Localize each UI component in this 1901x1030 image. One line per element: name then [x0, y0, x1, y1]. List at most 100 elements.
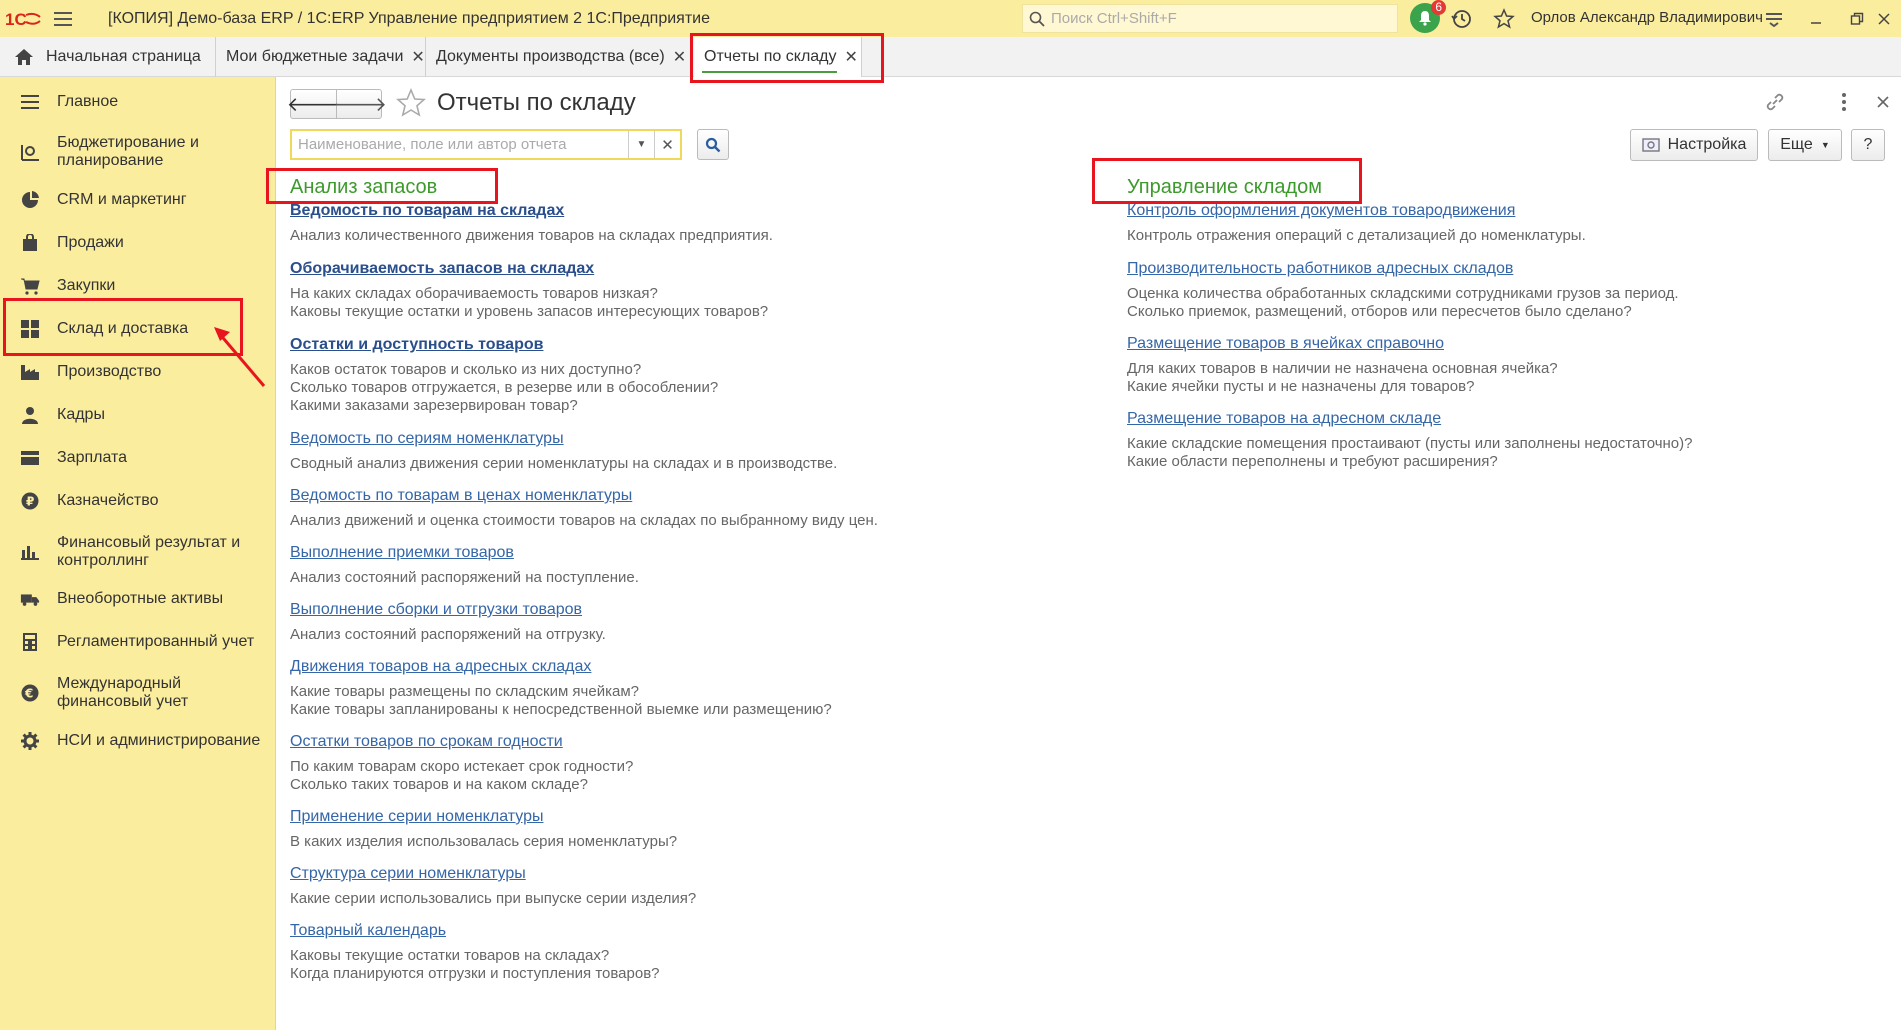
- tab-warehouse-reports[interactable]: Отчеты по складу ✕: [694, 37, 862, 77]
- tab-close-icon[interactable]: ✕: [673, 47, 686, 67]
- sidebar-item-hr[interactable]: Кадры: [0, 403, 276, 427]
- settings-button[interactable]: Настройка: [1630, 129, 1758, 161]
- sidebar-item-production[interactable]: Производство: [0, 360, 276, 384]
- menu-lines-icon: [1766, 13, 1782, 27]
- sidebar-item-label: Внеоборотные активы: [57, 590, 224, 607]
- person-icon: [20, 405, 40, 425]
- bar-chart-icon: [20, 542, 40, 562]
- sidebar-item-regulated[interactable]: Регламентированный учет: [0, 630, 276, 654]
- warehouse-grid-icon: [20, 319, 40, 339]
- sidebar-item-label: Кадры: [57, 406, 105, 423]
- user-name[interactable]: Орлов Александр Владимирович: [1531, 9, 1763, 26]
- history-button[interactable]: [1448, 5, 1476, 33]
- back-button[interactable]: 🡐: [287, 90, 340, 118]
- close-window-button[interactable]: [1870, 5, 1898, 33]
- global-search-input[interactable]: Поиск Ctrl+Shift+F: [1022, 4, 1398, 33]
- history-icon: [1451, 10, 1471, 28]
- report-description: Каковы текущие остатки товаров на склада…: [290, 947, 660, 982]
- report-item: Применение серии номенклатуры В каких из…: [290, 807, 677, 851]
- settings-menu-button[interactable]: [1760, 5, 1788, 33]
- tab-label: Мои бюджетные задачи: [226, 48, 404, 65]
- more-button[interactable]: Еще ▼: [1768, 129, 1842, 161]
- tab-production-docs[interactable]: Документы производства (все) ✕: [426, 37, 692, 77]
- sidebar-item-warehouse[interactable]: Склад и доставка: [0, 317, 276, 341]
- report-description: Сводный анализ движения серии номенклату…: [290, 455, 838, 472]
- budget-icon: [20, 142, 40, 162]
- sections-sidebar: Главное Бюджетирование и планирование CR…: [0, 77, 276, 1030]
- sidebar-item-crm[interactable]: CRM и маркетинг: [0, 188, 276, 212]
- sidebar-item-purchases[interactable]: Закупки: [0, 274, 276, 298]
- tab-home[interactable]: Начальная страница: [0, 37, 216, 77]
- wallet-icon: [20, 448, 40, 468]
- report-link[interactable]: Остатки и доступность товаров: [290, 335, 718, 355]
- close-form-icon[interactable]: [1876, 91, 1890, 113]
- report-link[interactable]: Размещение товаров на адресном складе: [1127, 409, 1693, 429]
- sidebar-item-fin-result[interactable]: Финансовый результат и контроллинг: [0, 533, 276, 571]
- home-icon: [15, 49, 33, 65]
- report-link[interactable]: Остатки товаров по срокам годности: [290, 732, 633, 752]
- help-button[interactable]: ?: [1851, 129, 1885, 161]
- sidebar-item-label: НСИ и администрирование: [57, 732, 261, 749]
- report-link[interactable]: Оборачиваемость запасов на складах: [290, 259, 768, 279]
- sidebar-item-budgeting[interactable]: Бюджетирование и планирование: [0, 133, 276, 171]
- notifications-button[interactable]: 6: [1410, 0, 1446, 33]
- report-link[interactable]: Размещение товаров в ячейках справочно: [1127, 334, 1558, 354]
- close-icon: [1878, 13, 1890, 25]
- report-link[interactable]: Ведомость по товарам на складах: [290, 201, 773, 221]
- search-icon: [705, 137, 721, 152]
- title-bar: 1С [КОПИЯ] Демо-база ERP / 1С:ERP Управл…: [0, 0, 1901, 37]
- report-item: Оборачиваемость запасов на складах На ка…: [290, 259, 768, 321]
- 1c-logo[interactable]: 1С: [0, 0, 46, 37]
- tab-label: Отчеты по складу: [704, 48, 837, 65]
- open-tabs-bar: Начальная страница Мои бюджетные задачи …: [0, 37, 1901, 77]
- sidebar-item-fixed-assets[interactable]: Внеоборотные активы: [0, 587, 276, 611]
- report-link[interactable]: Применение серии номенклатуры: [290, 807, 677, 827]
- svg-text:1С: 1С: [5, 10, 27, 29]
- report-description: Анализ состояний распоряжений на отгрузк…: [290, 626, 606, 643]
- sidebar-item-admin[interactable]: НСИ и администрирование: [0, 729, 276, 753]
- tab-close-icon[interactable]: ✕: [411, 47, 424, 67]
- sidebar-item-label: Производство: [57, 363, 162, 380]
- report-link[interactable]: Структура серии номенклатуры: [290, 864, 696, 884]
- sidebar-item-label: Зарплата: [57, 449, 128, 466]
- main-menu-icon[interactable]: [46, 0, 80, 37]
- dropdown-icon[interactable]: ▼: [628, 131, 654, 158]
- report-link[interactable]: Ведомость по товарам в ценах номенклатур…: [290, 486, 878, 506]
- report-link[interactable]: Товарный календарь: [290, 921, 660, 941]
- forward-button[interactable]: 🡒: [333, 90, 387, 118]
- report-link[interactable]: Ведомость по сериям номенклатуры: [290, 429, 837, 449]
- restore-icon: [1850, 12, 1864, 25]
- favorite-star-icon[interactable]: [395, 87, 427, 119]
- sidebar-item-label: Казначейство: [57, 492, 159, 509]
- report-link[interactable]: Контроль оформления документов товародви…: [1127, 201, 1586, 221]
- report-link[interactable]: Производительность работников адресных с…: [1127, 259, 1679, 279]
- restore-button[interactable]: [1843, 5, 1871, 33]
- more-label: Еще: [1780, 136, 1813, 153]
- report-search-input[interactable]: Наименование, поле или автор отчета ▼ ✕: [290, 129, 682, 160]
- sidebar-item-treasury[interactable]: ₽ Казначейство: [0, 489, 276, 513]
- minimize-button[interactable]: [1802, 5, 1830, 33]
- sidebar-item-main[interactable]: Главное: [0, 90, 276, 114]
- clear-icon[interactable]: ✕: [654, 131, 680, 158]
- truck-icon: [20, 589, 40, 609]
- favorites-button[interactable]: [1490, 5, 1518, 33]
- report-link[interactable]: Выполнение приемки товаров: [290, 543, 639, 563]
- sidebar-item-ifrs[interactable]: € Международный финансовый учет: [0, 674, 276, 712]
- report-link[interactable]: Выполнение сборки и отгрузки товаров: [290, 600, 606, 620]
- tab-close-icon[interactable]: ✕: [845, 47, 858, 67]
- report-link[interactable]: Движения товаров на адресных складах: [290, 657, 832, 677]
- sidebar-item-sales[interactable]: Продажи: [0, 231, 276, 255]
- calculator-icon: [20, 632, 40, 652]
- pie-chart-icon: [20, 190, 40, 210]
- tab-label: Начальная страница: [46, 48, 201, 65]
- link-icon[interactable]: [1764, 91, 1786, 113]
- settings-icon: [1641, 138, 1660, 152]
- sidebar-item-salary[interactable]: Зарплата: [0, 446, 276, 470]
- more-vertical-icon[interactable]: [1840, 91, 1848, 113]
- sidebar-item-label: CRM и маркетинг: [57, 191, 187, 208]
- search-button[interactable]: [697, 129, 729, 160]
- tab-budget-tasks[interactable]: Мои бюджетные задачи ✕: [216, 37, 426, 77]
- cart-icon: [20, 276, 40, 296]
- star-icon: [1493, 8, 1515, 29]
- svg-text:€: €: [24, 687, 33, 701]
